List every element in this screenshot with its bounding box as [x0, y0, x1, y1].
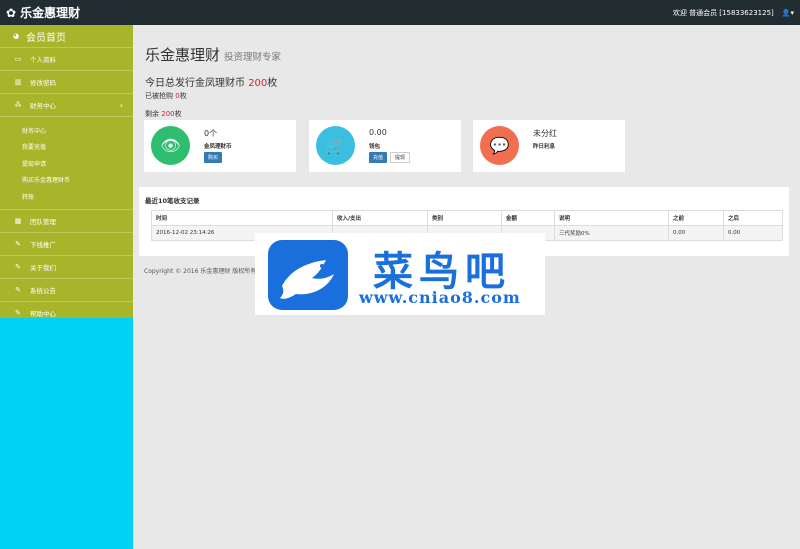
- interest-label: 昨日利息: [533, 144, 556, 150]
- sidebar-item-profile[interactable]: ▭ 个人资料: [0, 48, 133, 71]
- sold-label: 已被抢购: [145, 92, 173, 100]
- user-menu-icon[interactable]: 👤▾: [782, 9, 794, 17]
- submenu-item-buy-coins[interactable]: 购买乐金惠理财币: [0, 172, 133, 189]
- gear-icon: ✿: [6, 5, 17, 20]
- sidebar-item-password[interactable]: ▥ 修改密码: [0, 71, 133, 94]
- issued-summary: 今日总发行金凤理财币 200枚: [145, 74, 277, 89]
- interest-card: 💬 未分红 昨日利息: [473, 120, 625, 172]
- sidebar-item-label: 关于我们: [30, 263, 56, 272]
- sidebar: ◕ 会员首页 ▭ 个人资料 ▥ 修改密码 ⁂ 财务中心 ‹ 财务中心 我要充值 …: [0, 25, 133, 318]
- remain-label: 剩余: [145, 110, 159, 118]
- sidebar-item-label: 系统公告: [30, 286, 56, 295]
- column-header: 之后: [723, 210, 783, 226]
- submenu-item-finance-center[interactable]: 财务中心: [0, 122, 133, 139]
- page-subtitle: 投资理财专家: [224, 52, 282, 63]
- submenu-item-recharge[interactable]: 我要充值: [0, 139, 133, 156]
- wallet-balance: 0.00: [369, 128, 387, 137]
- table-cell: 0.00: [668, 225, 724, 241]
- column-header: 时间: [151, 210, 333, 226]
- sidebar-item-label: 财务中心: [30, 102, 56, 110]
- eye-icon: 👁: [151, 126, 190, 165]
- edit-icon: ✎: [15, 285, 21, 294]
- dividend-status: 未分红: [533, 129, 557, 138]
- dashboard-icon: ◕: [12, 32, 20, 40]
- page-title: 乐金惠理财 投资理财专家: [145, 44, 281, 65]
- edit-icon: ✎: [15, 309, 21, 317]
- cart-icon: 🛒: [316, 126, 355, 165]
- sidebar-item-promotion[interactable]: ✎ 下线推广: [0, 233, 133, 256]
- table-cell: 0.00: [723, 225, 783, 241]
- submenu-item-transfer[interactable]: 转账: [0, 188, 133, 205]
- issued-unit: 枚: [267, 78, 278, 89]
- brand-name: 乐金惠理财: [20, 6, 81, 20]
- monitor-icon: ▭: [14, 55, 22, 63]
- sold-summary: 已被抢购 0枚: [145, 91, 187, 101]
- edit-icon: ✎: [15, 239, 21, 248]
- watermark: 菜鸟吧 www.cniao8.com: [255, 233, 545, 315]
- remain-value: 200: [161, 110, 175, 118]
- issued-value: 200: [248, 78, 268, 89]
- submenu-item-withdraw[interactable]: 提现申请: [0, 155, 133, 172]
- comments-icon: 💬: [480, 126, 519, 165]
- sidebar-item-label: 会员首页: [26, 32, 66, 44]
- sitemap-icon: ⁂: [14, 101, 22, 109]
- sidebar-item-home[interactable]: ◕ 会员首页: [0, 25, 133, 48]
- table-cell: 三代奖励0%: [554, 225, 669, 241]
- watermark-url: www.cniao8.com: [359, 288, 521, 307]
- sidebar-item-label: 修改密码: [30, 79, 56, 87]
- sidebar-item-label: 帮助中心: [30, 310, 56, 318]
- sidebar-item-label: 团队管理: [30, 217, 56, 226]
- sold-unit: 枚: [179, 92, 187, 100]
- coin-count: 0个: [204, 129, 218, 138]
- column-header: 收入/支出: [332, 210, 428, 226]
- copyright: Copyright © 2016 乐金惠理财 版权所有 备: [144, 268, 265, 275]
- sidebar-item-announcements[interactable]: ✎ 系统公告: [0, 279, 133, 302]
- remain-unit: 枚: [174, 110, 182, 118]
- records-title: 最近10笔收支记录: [145, 197, 200, 205]
- sidebar-item-label: 下线推广: [30, 240, 56, 249]
- sidebar-item-team[interactable]: ▦ 团队管理: [0, 210, 133, 233]
- edit-icon: ✎: [15, 262, 21, 271]
- column-header: 类别: [427, 210, 502, 226]
- top-navbar: ✿ 乐金惠理财 欢迎 普通会员 [15833623125] 👤▾: [0, 0, 800, 25]
- column-header: 之前: [668, 210, 724, 226]
- column-header: 说明: [554, 210, 669, 226]
- page-title-text: 乐金惠理财: [145, 46, 221, 64]
- sidebar-item-about[interactable]: ✎ 关于我们: [0, 256, 133, 279]
- bar-chart-icon: ▥: [14, 78, 22, 86]
- welcome-text: 欢迎 普通会员 [15833623125]: [672, 8, 774, 17]
- wallet-label: 钱包: [369, 144, 381, 150]
- brand[interactable]: ✿ 乐金惠理财: [6, 4, 80, 21]
- column-header: 金额: [501, 210, 555, 226]
- sidebar-item-label: 个人资料: [30, 56, 56, 64]
- sidebar-empty-area: [0, 318, 133, 549]
- coin-card: 👁 0个 金凤理财币 购买: [144, 120, 296, 172]
- recharge-button[interactable]: 充值: [369, 152, 388, 163]
- finance-submenu: 财务中心 我要充值 提现申请 购买乐金惠理财币 转账: [0, 117, 133, 210]
- issued-label: 今日总发行金凤理财币: [145, 78, 245, 89]
- sidebar-item-finance[interactable]: ⁂ 财务中心 ‹: [0, 94, 133, 117]
- buy-button[interactable]: 购买: [204, 152, 223, 163]
- bird-logo-icon: [268, 240, 348, 310]
- remain-summary: 剩余 200枚: [145, 109, 182, 119]
- wallet-card: 🛒 0.00 钱包 充值 提现: [309, 120, 461, 172]
- coin-label: 金凤理财币: [204, 144, 232, 150]
- withdraw-button[interactable]: 提现: [390, 152, 411, 163]
- table-icon: ▦: [14, 216, 22, 225]
- table-header-row: 时间 收入/支出 类别 金额 说明 之前 之后: [151, 210, 783, 226]
- chevron-left-icon: ‹: [119, 100, 123, 110]
